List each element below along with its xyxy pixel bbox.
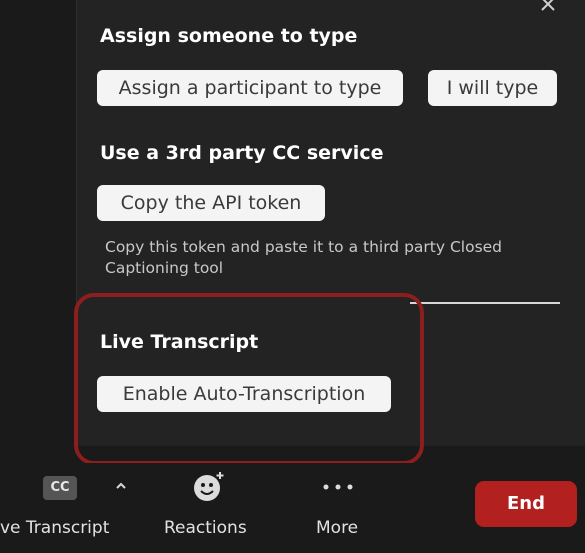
i-will-type-button[interactable]: I will type [428,70,557,106]
section-divider [410,302,560,304]
live-transcript-toolbar-label[interactable]: ve Transcript [0,518,109,538]
end-meeting-button[interactable]: End [475,481,577,527]
assign-section-title: Assign someone to type [100,25,358,47]
chevron-up-icon[interactable] [113,478,129,494]
third-party-section-title: Use a 3rd party CC service [100,142,384,164]
close-icon[interactable] [538,0,558,14]
closed-caption-icon[interactable]: CC [43,476,77,500]
smiley-plus-icon[interactable] [192,470,226,504]
more-dots-icon[interactable] [320,482,356,492]
copy-token-helper-text: Copy this token and paste it to a third … [105,238,503,277]
zoom-window: Assign someone to type Assign a particip… [0,0,585,553]
copy-api-token-button[interactable]: Copy the API token [97,185,325,221]
reactions-label[interactable]: Reactions [164,518,247,538]
more-label[interactable]: More [316,518,358,538]
highlight-annotation [74,293,424,465]
assign-participant-button[interactable]: Assign a participant to type [97,70,403,106]
